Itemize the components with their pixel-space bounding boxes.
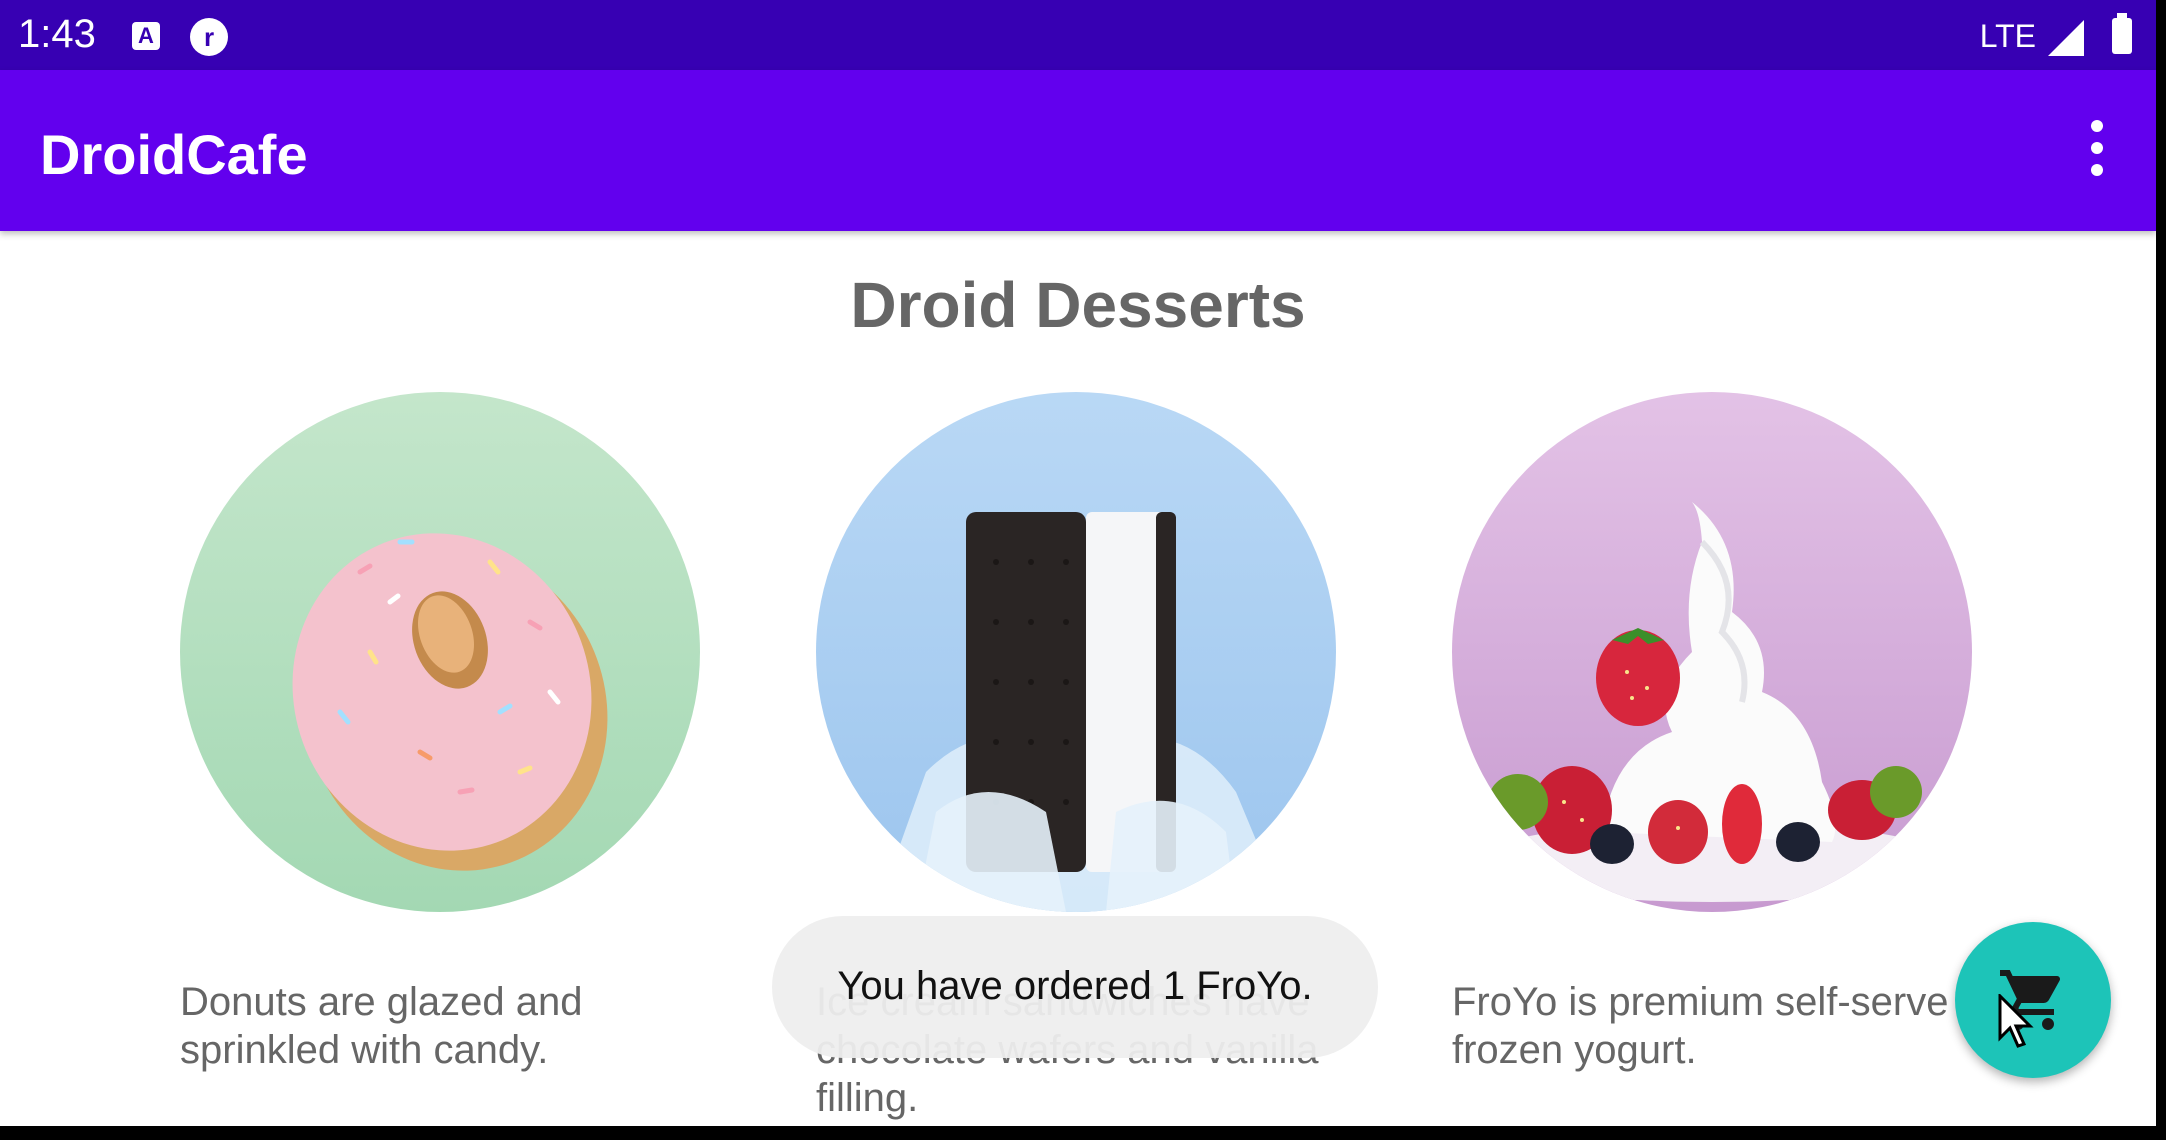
froyo-image[interactable] (1452, 392, 1972, 912)
overflow-menu-icon[interactable] (2076, 120, 2116, 180)
donut-description: Donuts are glazed and sprinkled with can… (180, 980, 583, 1072)
froyo-description: FroYo is premium self-serve frozen yogur… (1452, 980, 1949, 1072)
r-notification-icon: r (190, 18, 228, 56)
app-screen: 1:43 A r LTE DroidCafe Droid Desserts Do… (0, 0, 2156, 1126)
donut-image[interactable] (180, 392, 700, 912)
mouse-cursor-icon (1998, 994, 2034, 1048)
app-title: DroidCafe (40, 123, 308, 186)
signal-icon (2048, 20, 2084, 56)
battery-icon (2112, 13, 2132, 54)
a-notification-icon: A (132, 22, 160, 50)
network-label: LTE (1979, 18, 2036, 54)
page-title: Droid Desserts (850, 269, 1306, 341)
status-time: 1:43 (18, 12, 96, 56)
status-bar: 1:43 A r LTE (0, 0, 2156, 70)
toast-message: You have ordered 1 FroYo. (837, 964, 1313, 1008)
app-bar: DroidCafe (0, 70, 2156, 231)
ice-cream-sandwich-image[interactable] (816, 392, 1336, 912)
order-toast: You have ordered 1 FroYo. (772, 916, 1378, 1058)
